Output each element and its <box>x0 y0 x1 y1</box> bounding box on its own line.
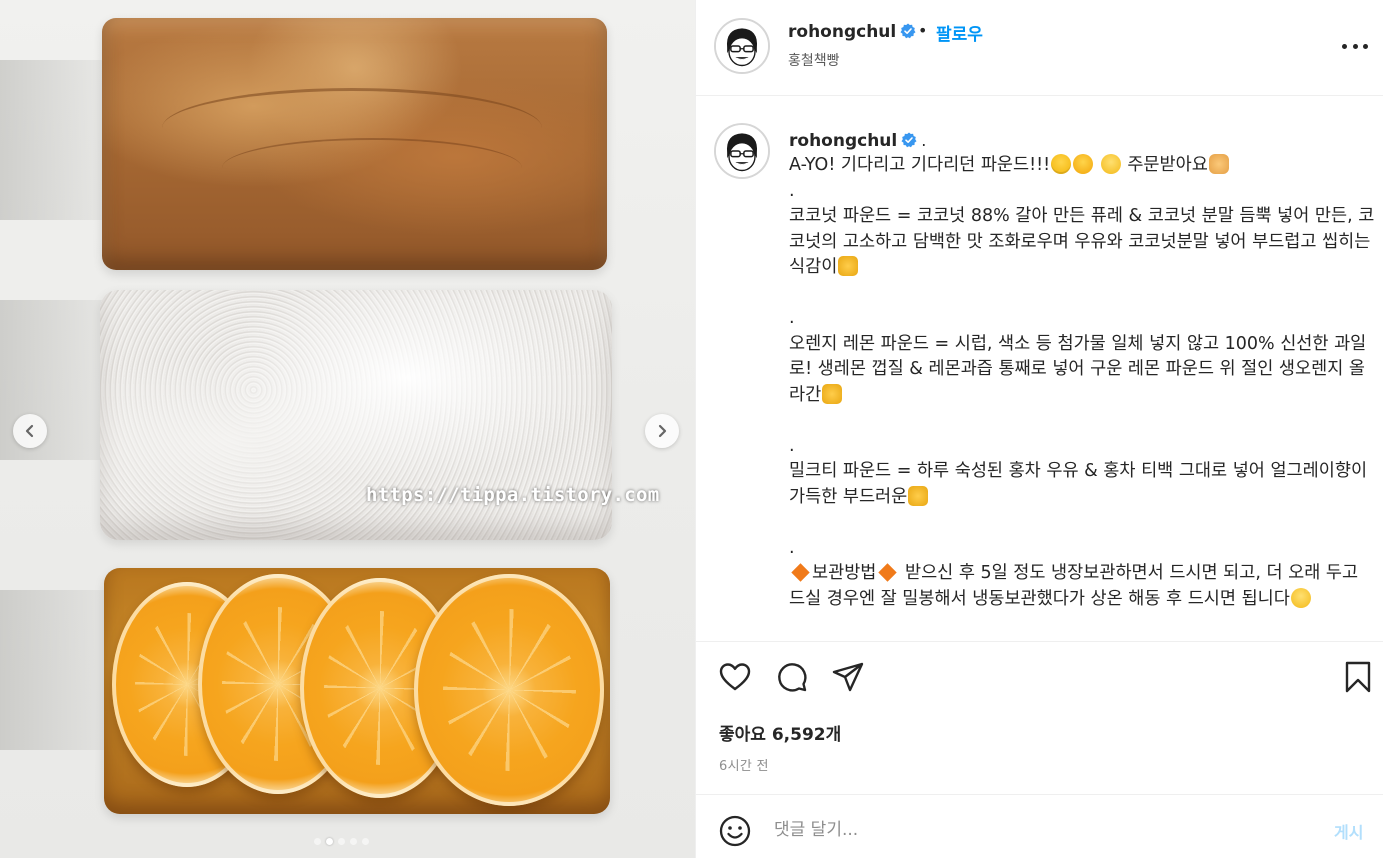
share-button[interactable] <box>831 660 865 694</box>
like-button[interactable] <box>718 660 752 694</box>
caption-segment: . <box>789 308 795 328</box>
watermark-text: https://tippa.tistory.com <box>366 484 660 506</box>
post-subtitle[interactable]: 홍철책빵 <box>788 50 840 70</box>
caption-paragraph: 코코넛 파운드 = 코코넛 88% 갈아 만든 퓨레 & 코코넛 분말 듬뿍 넣… <box>789 204 1377 281</box>
caption-paragraph <box>789 612 1377 638</box>
emoji-picker-button[interactable] <box>718 814 752 848</box>
previous-image-button[interactable] <box>13 414 47 448</box>
likes-count[interactable]: 좋아요 6,592개 <box>719 720 841 745</box>
avatar[interactable] <box>714 18 770 74</box>
profile-caricature-icon <box>716 20 768 72</box>
carousel-dot <box>326 838 333 845</box>
caption-paragraph: . <box>789 536 1377 562</box>
caption-paragraph: 밀크티 파운드 = 하루 숙성된 홍차 우유 & 홍차 티백 그대로 넣어 얼그… <box>789 459 1377 510</box>
divider <box>696 641 1383 642</box>
rofl-emoji <box>1073 154 1094 174</box>
smiling-emoji <box>1290 587 1311 608</box>
caption-paragraph: . <box>789 434 1377 460</box>
comment-bubble-icon <box>778 663 807 692</box>
caption-segment <box>789 512 795 532</box>
caption-paragraph: 보관방법 받으신 후 5일 정도 냉장보관하면서 드시면 되고, 더 오래 두고… <box>789 561 1377 612</box>
paper-plane-icon <box>832 662 864 692</box>
caption-author: rohongchul. <box>789 131 926 151</box>
caption-paragraph: A-YO! 기다리고 기다리던 파운드!!! 주문받아요 <box>789 153 1377 179</box>
thumbs-up-emoji <box>838 256 859 276</box>
post-author[interactable]: rohongchul <box>788 22 916 42</box>
caption-paragraph <box>789 281 1377 307</box>
carousel-dot <box>350 838 357 845</box>
more-dots-icon <box>1352 43 1358 49</box>
caption-segment <box>789 283 795 303</box>
orange-diamond-emoji <box>878 563 898 582</box>
caption-segment <box>1094 155 1100 175</box>
more-options-button[interactable] <box>1342 36 1368 56</box>
caption-segment <box>789 410 795 430</box>
more-dots-icon <box>1342 43 1347 49</box>
smiling-emoji <box>1100 154 1121 174</box>
carousel-dot <box>338 838 345 845</box>
caption-paragraph <box>789 510 1377 536</box>
bookmark-icon <box>1345 661 1371 693</box>
caption-paragraph: . <box>789 179 1377 205</box>
caption-segment: 코코넛 파운드 = 코코넛 88% 갈아 만든 퓨레 & 코코넛 분말 듬뿍 넣… <box>789 206 1376 277</box>
follow-button[interactable]: 팔로우 <box>936 20 983 45</box>
next-image-button[interactable] <box>645 414 679 448</box>
caption-trailing-dot: . <box>921 131 927 150</box>
coconut-pound-cake-image <box>102 18 607 270</box>
more-dots-icon <box>1363 43 1368 49</box>
profile-caricature-icon <box>716 125 768 177</box>
carousel-dot <box>362 838 369 845</box>
orange-diamond-emoji <box>791 563 810 582</box>
carousel-indicator <box>314 838 369 845</box>
comment-bar: 게시 <box>696 795 1383 858</box>
caption-text: A-YO! 기다리고 기다리던 파운드!!! 주문받아요. 코코넛 파운드 = 코… <box>789 153 1377 640</box>
raising-hand-emoji <box>1208 154 1229 174</box>
caption-segment: . <box>789 180 795 201</box>
chevron-right-icon <box>658 424 667 438</box>
separator-dot: • <box>918 21 928 40</box>
thumbs-up-emoji <box>908 485 929 506</box>
comment-button[interactable] <box>775 660 809 694</box>
caption-segment: . <box>789 537 795 558</box>
caption-segment: . <box>789 435 795 456</box>
verified-badge-icon <box>901 132 917 148</box>
caption-section: rohongchul. A-YO! 기다리고 기다리던 파운드!!! 주문받아요… <box>696 97 1383 640</box>
caption-paragraph <box>789 408 1377 434</box>
caption-segment: 보관방법 <box>812 563 877 583</box>
post-media[interactable]: https://tippa.tistory.com <box>0 0 695 858</box>
caption-segment: 오렌지 레몬 파운드 = 시럽, 색소 등 첨가물 일체 넣지 않고 100% … <box>789 333 1367 405</box>
caption-segment: A-YO! 기다리고 기다리던 파운드!!! <box>789 155 1051 175</box>
caption-segment: 밀크티 파운드 = 하루 숙성된 홍차 우유 & 홍차 티백 그대로 넣어 얼그… <box>789 461 1373 507</box>
caption-paragraph: . <box>789 306 1377 332</box>
post-comment-button[interactable]: 게시 <box>1334 819 1363 843</box>
orange-lemon-pound-cake-image <box>104 568 610 814</box>
action-bar <box>696 660 1383 700</box>
username-link[interactable]: rohongchul <box>788 22 896 42</box>
smiley-icon <box>719 815 751 847</box>
carousel-dot <box>314 838 321 845</box>
sweat-smile-emoji <box>1051 154 1072 174</box>
caption-paragraph: . <box>789 638 1377 641</box>
thumbs-up-emoji <box>822 383 843 404</box>
caption-avatar[interactable] <box>714 123 770 179</box>
chevron-left-icon <box>25 424 34 438</box>
post-timestamp[interactable]: 6시간 전 <box>719 755 769 774</box>
post-header: rohongchul • 팔로우 홍철책빵 <box>696 0 1383 96</box>
caption-paragraph: 오렌지 레몬 파운드 = 시럽, 색소 등 첨가물 일체 넣지 않고 100% … <box>789 332 1377 409</box>
caption-segment: 주문받아요 <box>1121 155 1208 175</box>
caption-username-link[interactable]: rohongchul <box>789 131 897 151</box>
caption-segment: . <box>789 640 795 641</box>
heart-icon <box>719 663 751 691</box>
verified-badge-icon <box>900 23 916 39</box>
post-side-panel: rohongchul • 팔로우 홍철책빵 rohongchul. A-YO! <box>695 0 1383 858</box>
caption-segment <box>789 614 795 634</box>
save-button[interactable] <box>1341 660 1375 694</box>
comment-input[interactable] <box>774 809 1314 851</box>
